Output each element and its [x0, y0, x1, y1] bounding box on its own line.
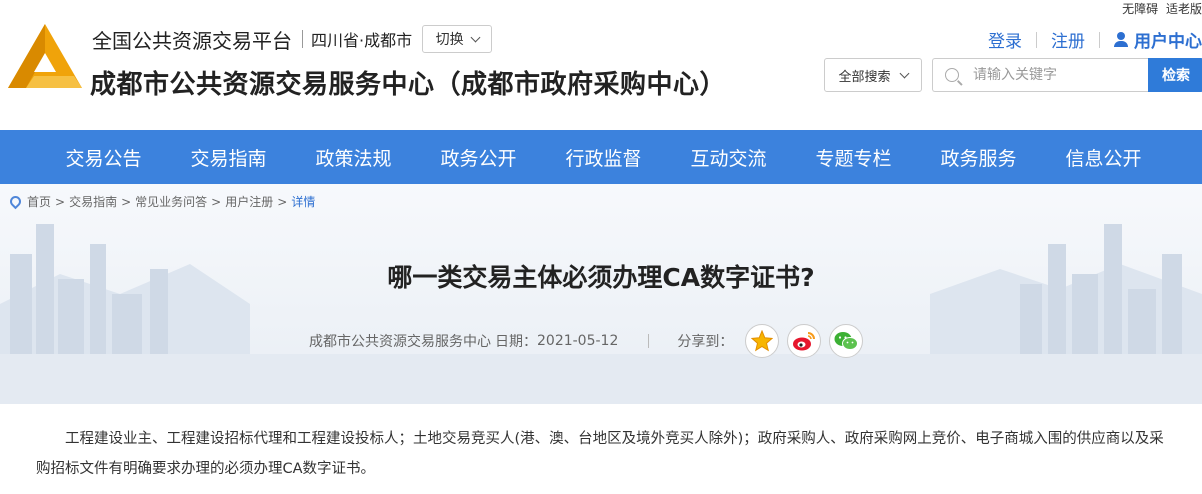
share-wechat-button[interactable] [829, 324, 864, 358]
center-title: 成都市公共资源交易服务中心（成都市政府采购中心） [90, 70, 727, 100]
nav-item-policy[interactable]: 政策法规 [291, 130, 416, 184]
nav-item-gov-service[interactable]: 政务服务 [916, 130, 1041, 184]
header: 全国公共资源交易平台 四川省·成都市 切换 成都市公共资源交易服务中心（成都市政… [0, 0, 1202, 130]
user-center-link[interactable]: 用户中心 [1114, 27, 1202, 52]
nav-item-info-public[interactable]: 信息公开 [1041, 130, 1166, 184]
article-meta: 成都市公共资源交易服务中心 日期： 2021-05-12 分享到： [309, 324, 864, 358]
nav-item-more[interactable]: 国 [1166, 130, 1202, 184]
register-link[interactable]: 注册 [1051, 27, 1085, 52]
chevron-down-icon [470, 32, 481, 42]
login-link[interactable]: 登录 [988, 27, 1022, 52]
search-button[interactable]: 检索 [1148, 58, 1202, 92]
main-nav: 交易公告 交易指南 政策法规 政务公开 行政监督 互动交流 专题专栏 政务服务 … [0, 130, 1202, 184]
breadcrumb-trade-guide[interactable]: 交易指南 [69, 193, 117, 210]
nav-item-special[interactable]: 专题专栏 [791, 130, 916, 184]
user-center-label: 用户中心 [1134, 32, 1202, 52]
breadcrumb-home[interactable]: 首页 [27, 193, 51, 210]
article-source: 成都市公共资源交易服务中心 [309, 334, 491, 350]
search-field [932, 58, 1148, 92]
breadcrumb-user-register[interactable]: 用户注册 [225, 193, 273, 210]
divider [648, 334, 650, 348]
article-banner [0, 184, 1202, 404]
accessibility-bar: 无障碍 适老版 [1118, 0, 1202, 17]
nav-item-supervision[interactable]: 行政监督 [541, 130, 666, 184]
search-icon [945, 68, 959, 82]
share-buttons [745, 324, 864, 358]
weibo-icon [793, 332, 816, 351]
chevron-down-icon [899, 68, 909, 78]
platform-name[interactable]: 全国公共资源交易平台 [92, 25, 292, 54]
breadcrumb-current: 详情 [291, 195, 316, 209]
search-scope-label: 全部搜索 [838, 69, 891, 85]
divider [302, 30, 303, 48]
switch-region-button[interactable]: 切换 [422, 25, 493, 53]
search-scope-select[interactable]: 全部搜索 [824, 58, 922, 92]
platform-bar: 全国公共资源交易平台 四川省·成都市 切换 [92, 25, 493, 54]
switch-label: 切换 [435, 32, 464, 48]
search-input[interactable] [973, 67, 1133, 83]
article-body: 工程建设业主、工程建设招标代理和工程建设投标人；土地交易竞买人(港、澳、台地区及… [10, 404, 1202, 494]
elderly-mode-link[interactable]: 适老版 [1166, 2, 1202, 16]
nav-item-trade-notice[interactable]: 交易公告 [41, 130, 166, 184]
share-label: 分享到： [677, 334, 734, 350]
nav-item-interaction[interactable]: 互动交流 [666, 130, 791, 184]
share-qzone-button[interactable] [745, 324, 780, 358]
qzone-star-icon [751, 330, 774, 352]
barrier-free-link[interactable]: 无障碍 [1122, 2, 1158, 16]
logo-icon[interactable] [6, 22, 84, 92]
user-links: 登录 注册 用户中心 [988, 27, 1202, 52]
region-label: 四川省·成都市 [311, 31, 413, 50]
user-icon [1114, 32, 1128, 47]
nav-item-trade-guide[interactable]: 交易指南 [166, 130, 291, 184]
divider [1099, 31, 1100, 48]
breadcrumb-faq[interactable]: 常见业务问答 [135, 193, 207, 210]
article-date: 2021-05-12 [537, 333, 619, 349]
search-bar: 全部搜索 检索 [824, 58, 1202, 92]
location-pin-icon [7, 193, 24, 210]
wechat-icon [834, 332, 859, 350]
breadcrumb: 首页 > 交易指南 > 常见业务问答 > 用户注册 > 详情 [7, 193, 316, 210]
share-weibo-button[interactable] [787, 324, 822, 358]
divider [1036, 31, 1037, 48]
article-title: 哪一类交易主体必须办理CA数字证书? [387, 263, 815, 292]
date-label: 日期： [495, 334, 537, 350]
city-skyline-background [0, 224, 1202, 404]
nav-item-gov-public[interactable]: 政务公开 [416, 130, 541, 184]
